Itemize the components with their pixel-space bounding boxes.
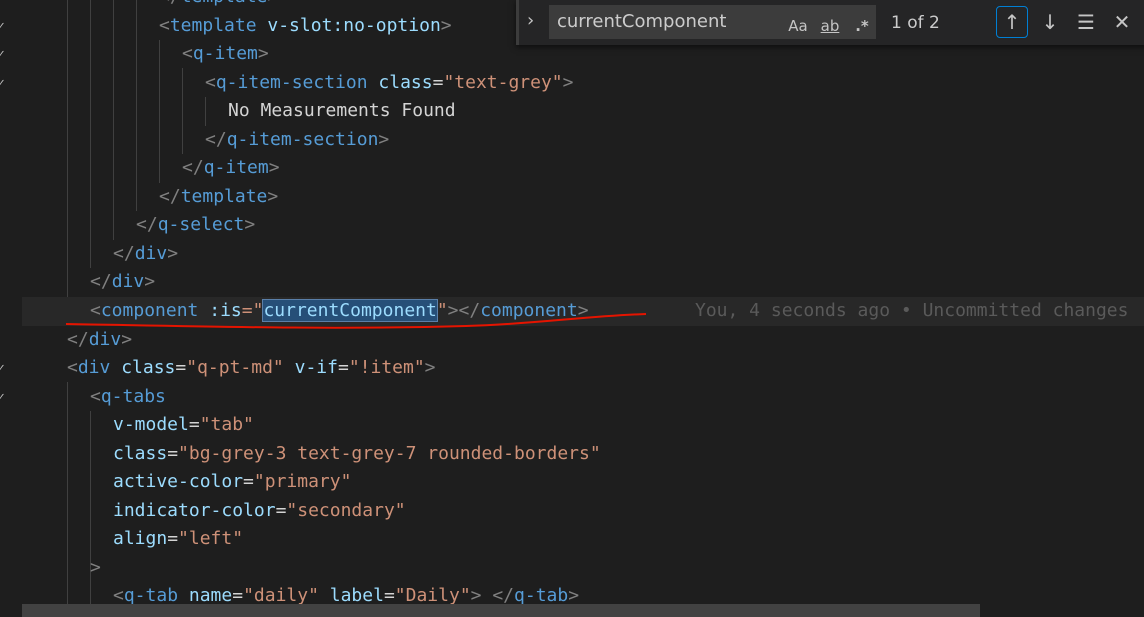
indent-guide bbox=[205, 97, 206, 126]
find-in-selection-icon[interactable]: ☰ bbox=[1070, 6, 1102, 38]
code-line: class="bg-grey-3 text-grey-7 rounded-bor… bbox=[113, 443, 601, 464]
code-line: <div class="q-pt-md" v-if="!item"> bbox=[67, 357, 436, 378]
red-annotation-underline bbox=[66, 313, 647, 329]
chevron-right-icon[interactable]: › bbox=[527, 10, 534, 31]
indent-guide bbox=[182, 68, 183, 154]
code-line: indicator-color="secondary" bbox=[113, 500, 406, 521]
fold-check-icon[interactable]: ✓ bbox=[0, 76, 12, 90]
find-input[interactable]: currentComponent Aa ab .* bbox=[549, 5, 876, 39]
whole-word-icon[interactable]: ab bbox=[817, 13, 843, 39]
fold-check-icon[interactable]: ✓ bbox=[0, 19, 12, 33]
code-line: No Measurements Found bbox=[228, 100, 456, 121]
code-line: </q-item> bbox=[182, 157, 280, 178]
fold-check-icon[interactable]: ✓ bbox=[0, 47, 12, 61]
indent-guide bbox=[90, 0, 91, 268]
find-widget: › currentComponent Aa ab .* 1 of 2 ↑ ↓ ☰… bbox=[516, 0, 1144, 45]
code-line: <q-tabs bbox=[90, 386, 166, 407]
close-icon[interactable]: ✕ bbox=[1106, 6, 1138, 38]
code-line: </q-item-section> bbox=[205, 129, 390, 150]
code-line: </template> bbox=[159, 0, 278, 12]
code-line: > bbox=[90, 557, 101, 578]
fold-check-icon[interactable]: ✓ bbox=[0, 361, 12, 375]
indent-guide bbox=[136, 0, 137, 211]
code-line: </div> bbox=[113, 243, 179, 264]
regex-icon[interactable]: .* bbox=[851, 13, 873, 39]
indent-guide bbox=[67, 0, 68, 297]
horizontal-scrollbar[interactable] bbox=[22, 604, 980, 617]
git-blame-annotation: You, 4 seconds ago • Uncommitted changes bbox=[695, 300, 1129, 321]
arrow-up-icon[interactable]: ↑ bbox=[996, 6, 1028, 38]
code-line: </div> bbox=[90, 271, 156, 292]
gutter: ✓ ✓ ✓ ✓ ✓ bbox=[0, 0, 22, 617]
indent-guide bbox=[90, 411, 91, 617]
code-line: <q-item-section class="text-grey"> bbox=[205, 72, 574, 93]
code-line: </q-select> bbox=[136, 214, 256, 235]
match-count: 1 of 2 bbox=[891, 13, 940, 33]
code-line: active-color="primary" bbox=[113, 471, 352, 492]
code-line: v-model="tab" bbox=[113, 414, 254, 435]
arrow-down-icon[interactable]: ↓ bbox=[1034, 6, 1066, 38]
code-line: <q-item> bbox=[182, 43, 269, 64]
code-line: align="left" bbox=[113, 528, 244, 549]
match-case-icon[interactable]: Aa bbox=[787, 13, 809, 39]
indent-guide bbox=[159, 40, 160, 183]
code-line: <template v-slot:no-option> bbox=[159, 15, 452, 36]
indent-guide bbox=[113, 0, 114, 240]
indent-guide bbox=[67, 382, 68, 617]
code-line: </template> bbox=[159, 186, 279, 207]
fold-check-icon[interactable]: ✓ bbox=[0, 390, 12, 404]
